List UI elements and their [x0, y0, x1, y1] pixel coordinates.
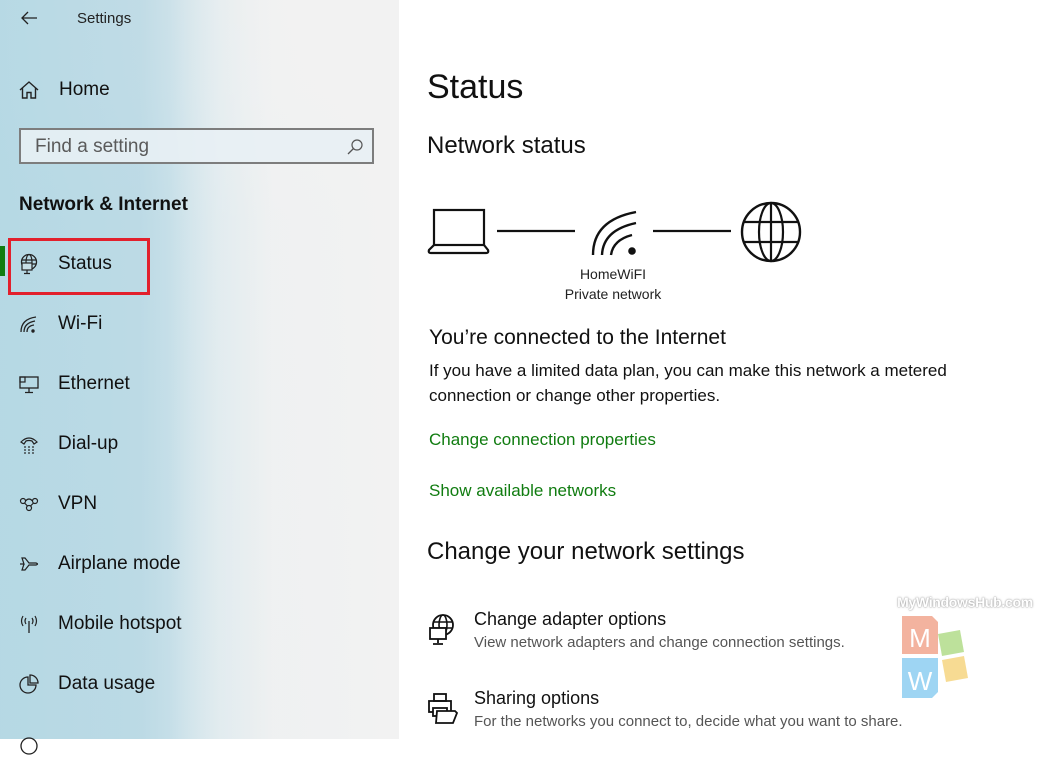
watermark-letter-m: M — [909, 623, 931, 653]
network-name: HomeWiFI — [579, 266, 647, 282]
search-box[interactable] — [19, 128, 374, 164]
arrow-left-icon — [21, 11, 37, 25]
sidebar-item-wifi[interactable]: Wi-Fi — [0, 300, 399, 348]
sidebar-item-label: Data usage — [58, 673, 156, 694]
option-title: Change adapter options — [474, 609, 667, 629]
app-title: Settings — [77, 10, 132, 27]
wifi-icon — [17, 312, 41, 336]
sidebar-item-data-usage[interactable]: Data usage — [0, 660, 399, 708]
watermark-text: MyWindowsHub.com — [897, 594, 1033, 610]
wifi-signal-icon — [591, 210, 637, 256]
search-input[interactable] — [21, 130, 337, 164]
option-description: View network adapters and change connect… — [474, 634, 845, 651]
sidebar-item-label: Airplane mode — [58, 553, 181, 574]
watermark-logo: M W — [902, 616, 968, 698]
sidebar-item-label: Ethernet — [58, 373, 130, 394]
dialup-phone-icon — [17, 432, 41, 456]
back-button[interactable] — [16, 6, 42, 30]
search-icon[interactable] — [346, 138, 364, 156]
change-connection-properties-link[interactable]: Change connection properties — [429, 430, 656, 450]
home-label: Home — [59, 79, 110, 100]
sidebar-item-dialup[interactable]: Dial-up — [0, 420, 399, 468]
sidebar-item-ethernet[interactable]: Ethernet — [0, 360, 399, 408]
sidebar-item-vpn[interactable]: VPN — [0, 480, 399, 528]
option-title: Sharing options — [474, 688, 600, 708]
pie-chart-icon — [17, 672, 41, 696]
sidebar-item-label: Wi-Fi — [58, 313, 103, 334]
option-description: For the networks you connect to, decide … — [474, 713, 903, 730]
ethernet-icon — [17, 372, 41, 396]
highlight-annotation-box — [8, 238, 150, 295]
sidebar-item-label: VPN — [58, 493, 98, 514]
watermark: MyWindowsHub.com M W — [890, 594, 1040, 704]
internet-globe-icon — [740, 201, 802, 263]
sidebar-item-mobile-hotspot[interactable]: Mobile hotspot — [0, 600, 399, 648]
home-icon — [19, 81, 39, 99]
connection-description: If you have a limited data plan, you can… — [429, 361, 947, 405]
vpn-icon — [17, 492, 41, 516]
airplane-icon — [17, 552, 41, 576]
show-available-networks-link[interactable]: Show available networks — [429, 481, 616, 501]
change-settings-title: Change your network settings — [427, 538, 745, 565]
section-title: Network & Internet — [19, 194, 188, 215]
network-info: HomeWiFI Private network — [539, 264, 687, 304]
laptop-icon — [427, 208, 490, 255]
network-type: Private network — [564, 286, 662, 302]
title-bar: Settings — [0, 0, 399, 38]
home-nav-item[interactable]: Home — [18, 76, 110, 104]
adapter-globe-icon — [429, 614, 454, 645]
sidebar: Settings Home Network & Internet Status … — [0, 0, 399, 755]
sidebar-item-label: Dial-up — [58, 433, 119, 454]
sidebar-item-label: Mobile hotspot — [58, 613, 182, 634]
watermark-letter-w: W — [908, 666, 933, 696]
sidebar-item-partial[interactable] — [0, 720, 399, 768]
connection-heading: You’re connected to the Internet — [429, 326, 726, 349]
hotspot-icon — [17, 612, 41, 636]
sidebar-item-airplane-mode[interactable]: Airplane mode — [0, 540, 399, 588]
sharing-printer-icon — [428, 693, 459, 724]
network-status-title: Network status — [427, 132, 586, 159]
globe-icon — [17, 732, 41, 756]
page-title: Status — [427, 68, 524, 106]
